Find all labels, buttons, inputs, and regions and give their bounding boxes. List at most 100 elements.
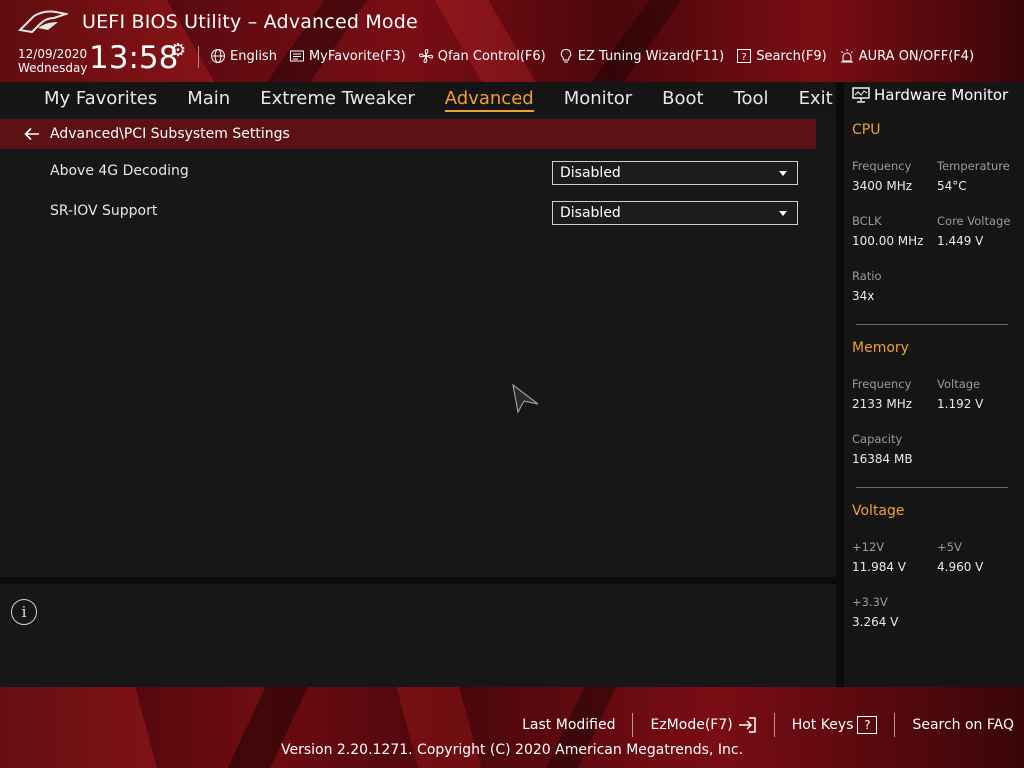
cpu-temperature-value: 54°C (937, 179, 967, 193)
voltage-heading: Voltage (852, 503, 905, 519)
tab-boot[interactable]: Boot (662, 88, 703, 109)
help-icon: ? (857, 716, 878, 734)
v5-value: 4.960 V (937, 560, 984, 574)
dropdown-caret-icon (779, 211, 787, 216)
memory-heading: Memory (852, 340, 909, 356)
ez-tuning-label: EZ Tuning Wizard(F11) (577, 48, 725, 64)
ezmode-button[interactable]: EzMode(F7) (633, 716, 773, 734)
svg-text:?: ? (742, 52, 747, 63)
core-voltage-label: Core Voltage (937, 214, 1011, 228)
hardware-monitor-title: Hardware Monitor (852, 86, 1008, 104)
setting-label: SR-IOV Support (50, 203, 158, 219)
tab-extreme-tweaker[interactable]: Extreme Tweaker (260, 88, 415, 109)
v12-value: 11.984 V (852, 560, 907, 574)
setting-label: Above 4G Decoding (50, 163, 189, 179)
bclk-value: 100.00 MHz (852, 234, 924, 248)
footer-links: Last Modified EzMode(F7) Hot Keys ? Sear… (505, 713, 1014, 737)
main-tabs: My Favorites Main Extreme Tweaker Advanc… (0, 82, 836, 114)
select-value: Disabled (560, 165, 621, 181)
search-button[interactable]: ? Search(F9) (736, 48, 827, 64)
above-4g-decoding-select[interactable]: Disabled (552, 161, 798, 185)
memory-frequency-label: Frequency (852, 377, 912, 391)
header-bar: UEFI BIOS Utility – Advanced Mode 12/09/… (0, 0, 1024, 82)
tab-main[interactable]: Main (187, 88, 230, 109)
v12-label: +12V (852, 540, 885, 554)
info-icon: i (11, 599, 37, 625)
capacity-label: Capacity (852, 432, 903, 446)
last-modified-button[interactable]: Last Modified (505, 717, 632, 733)
settings-panel: Advanced\PCI Subsystem Settings Above 4G… (0, 114, 836, 577)
language-label: English (230, 48, 277, 64)
lightbulb-icon (560, 48, 571, 63)
qfan-label: Qfan Control(F6) (437, 48, 546, 64)
section-divider (856, 324, 1008, 325)
memory-frequency-value: 2133 MHz (852, 397, 913, 411)
aura-label: AURA ON/OFF(F4) (858, 48, 975, 64)
search-label: Search(F9) (756, 48, 827, 64)
fan-icon (418, 48, 433, 64)
aura-toggle-button[interactable]: AURA ON/OFF(F4) (839, 48, 974, 64)
hot-keys-label: Hot Keys (791, 717, 854, 733)
dropdown-caret-icon (779, 171, 787, 176)
globe-icon (211, 49, 225, 63)
v33-label: +3.3V (852, 595, 888, 609)
monitor-divider (836, 82, 844, 687)
select-value: Disabled (560, 205, 621, 221)
exit-to-ezmode-icon (738, 717, 756, 733)
hardware-monitor-label: Hardware Monitor (874, 86, 1009, 104)
hot-keys-button[interactable]: Hot Keys ? (775, 716, 895, 734)
sr-iov-support-select[interactable]: Disabled (552, 201, 798, 225)
date-display: 12/09/2020 Wednesday (18, 47, 87, 75)
footer-bar: Last Modified EzMode(F7) Hot Keys ? Sear… (0, 687, 1024, 768)
v33-value: 3.264 V (852, 615, 899, 629)
gear-icon[interactable]: ⚙ (170, 40, 186, 61)
myfavorite-label: MyFavorite(F3) (308, 48, 406, 64)
breadcrumb-path: Advanced\PCI Subsystem Settings (50, 126, 290, 142)
favorite-list-icon (289, 50, 304, 62)
cpu-frequency-label: Frequency (852, 159, 912, 173)
cpu-heading: CPU (852, 122, 881, 138)
language-button[interactable]: English (210, 48, 277, 64)
memory-voltage-value: 1.192 V (937, 397, 984, 411)
search-help-icon: ? (737, 49, 752, 63)
rog-logo-icon (18, 10, 68, 34)
info-panel: i (0, 584, 836, 687)
tab-tool[interactable]: Tool (734, 88, 769, 109)
clock-display: 13:58 (89, 40, 179, 76)
qfan-control-button[interactable]: Qfan Control(F6) (418, 48, 546, 64)
ez-tuning-wizard-button[interactable]: EZ Tuning Wizard(F11) (558, 48, 724, 64)
search-faq-button[interactable]: Search on FAQ (895, 717, 1014, 733)
ezmode-label: EzMode(F7) (650, 717, 733, 733)
hardware-monitor-panel: Hardware Monitor CPU Frequency 3400 MHz … (844, 82, 1024, 687)
date-text: 12/09/2020 (18, 47, 88, 61)
monitor-icon (852, 87, 870, 103)
breadcrumb[interactable]: Advanced\PCI Subsystem Settings (0, 119, 816, 149)
setting-row-above-4g-decoding: Above 4G Decoding Disabled (0, 161, 816, 203)
core-voltage-value: 1.449 V (937, 234, 984, 248)
info-divider (0, 577, 836, 584)
last-modified-label: Last Modified (522, 717, 616, 733)
tab-advanced[interactable]: Advanced (444, 88, 534, 112)
capacity-value: 16384 MB (852, 452, 913, 466)
tab-exit[interactable]: Exit (799, 88, 833, 109)
memory-voltage-label: Voltage (937, 377, 981, 391)
search-faq-label: Search on FAQ (912, 717, 1014, 733)
myfavorite-button[interactable]: MyFavorite(F3) (289, 48, 406, 64)
tab-my-favorites[interactable]: My Favorites (44, 88, 157, 109)
ratio-value: 34x (852, 289, 875, 303)
bclk-label: BCLK (852, 214, 882, 228)
cpu-temperature-label: Temperature (937, 159, 1010, 173)
cpu-frequency-value: 3400 MHz (852, 179, 913, 193)
mouse-cursor-icon (512, 384, 539, 414)
aura-light-icon (840, 49, 853, 63)
copyright-text: Version 2.20.1271. Copyright (C) 2020 Am… (280, 742, 744, 758)
back-arrow-icon[interactable] (24, 127, 40, 141)
section-divider (856, 487, 1008, 488)
weekday-text: Wednesday (18, 61, 88, 75)
v5-label: +5V (937, 540, 962, 554)
setting-row-sr-iov-support: SR-IOV Support Disabled (0, 201, 816, 243)
header-toolbar: English MyFavorite(F3) Qfan Control(F6) … (210, 46, 974, 66)
ratio-label: Ratio (852, 269, 882, 283)
app-title: UEFI BIOS Utility – Advanced Mode (82, 11, 418, 33)
tab-monitor[interactable]: Monitor (564, 88, 632, 109)
